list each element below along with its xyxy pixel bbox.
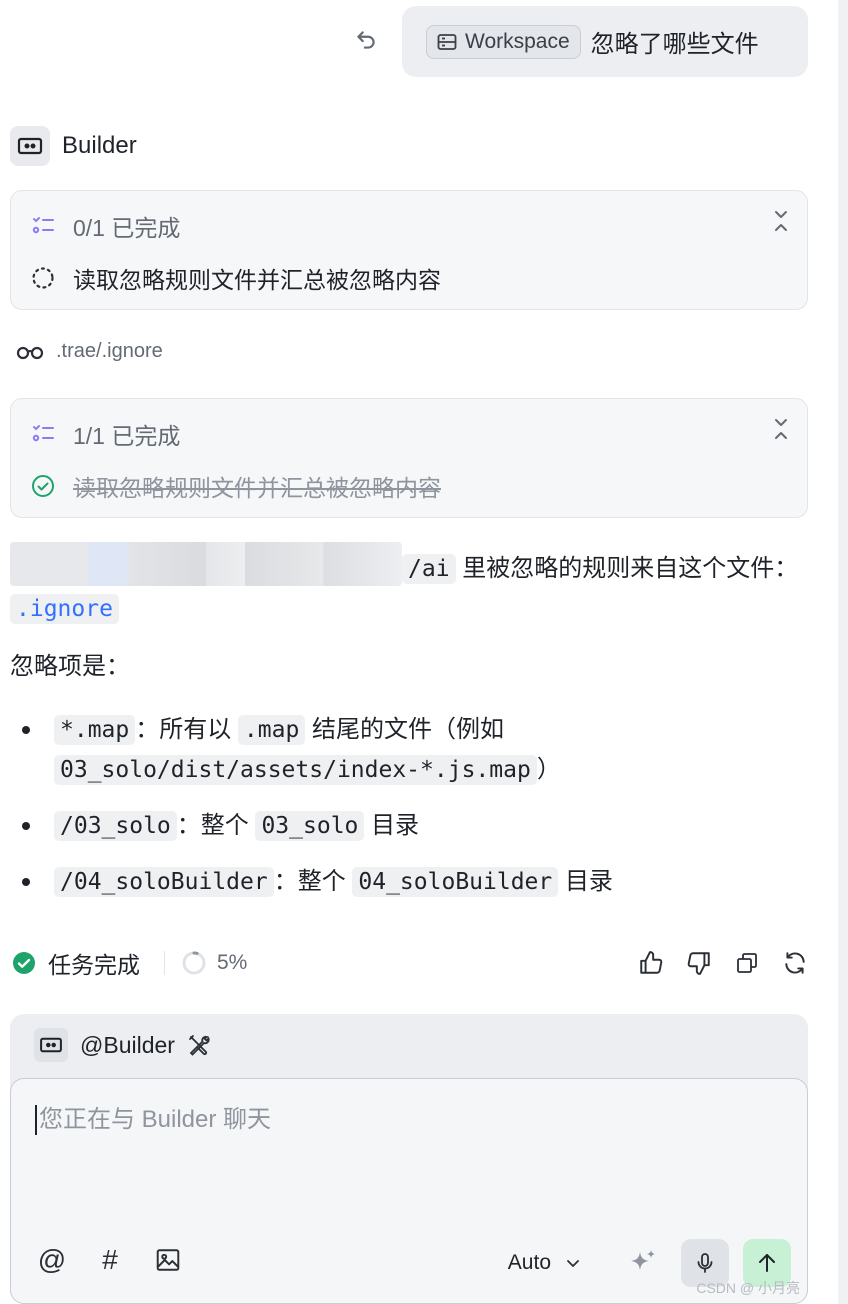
arrow-up-icon (759, 1254, 775, 1272)
image-icon (156, 1249, 180, 1271)
workspace-chip[interactable]: Workspace (426, 24, 581, 59)
task-progress: 1/1 已完成 (73, 423, 181, 449)
bot-avatar (10, 126, 50, 166)
chevron-down-icon (567, 1260, 579, 1267)
inline-code-path: /ai (402, 554, 456, 584)
inline-code: 03_solo/dist/assets/index-*.js.map (54, 755, 537, 785)
list-text: 目录 (371, 812, 420, 839)
inline-code: 03_solo (255, 811, 365, 841)
answer-intro: 忽略项是： (10, 653, 130, 680)
user-message-text: 忽略了哪些文件 (590, 31, 759, 58)
checklist-icon (32, 425, 54, 442)
copy-icon (737, 953, 757, 973)
input-toolbar: @ # (37, 1244, 183, 1275)
checklist-icon (32, 217, 54, 234)
divider (164, 951, 165, 975)
input-placeholder: 您正在与 Builder 聊天 (35, 1105, 271, 1135)
list-item: /03_solo ：整个 03_solo 目录 (18, 806, 808, 846)
task-done-status: 任务完成 (12, 946, 140, 980)
chat-input-panel: @Builder 您正在与 Builder 聊天 @ # Auto CSDN @… (10, 1014, 808, 1304)
refresh-icon (785, 952, 805, 974)
task-card-pending: 0/1 已完成 读取忽略规则文件并汇总被忽略内容 (10, 190, 808, 310)
message-actions (638, 950, 808, 976)
list-text: ：所有以 (135, 716, 232, 743)
list-text: 目录 (564, 868, 613, 895)
inline-code: /03_solo (54, 811, 177, 841)
list-text: ：整个 (176, 812, 249, 839)
inline-code: *.map (54, 715, 136, 745)
mention-button[interactable]: @ (37, 1244, 67, 1275)
bot-icon (17, 137, 43, 155)
inline-code: /04_soloBuilder (54, 867, 274, 897)
chat-input[interactable]: 您正在与 Builder 聊天 @ # Auto (10, 1078, 808, 1304)
progress-ring-icon (182, 951, 206, 975)
tools-icon[interactable] (187, 1033, 211, 1057)
answer-paragraph: /ai 里被忽略的规则来自这个文件： .ignore (10, 542, 800, 629)
agent-mention[interactable]: @Builder (34, 1028, 211, 1062)
regenerate-button[interactable] (782, 950, 808, 976)
at-icon: @ (37, 1244, 67, 1275)
progress-value: 5% (217, 951, 248, 974)
scrollbar[interactable] (838, 0, 848, 1304)
list-text: 结尾的文件（例如 (311, 716, 504, 743)
glasses-icon (16, 346, 44, 359)
loading-spinner-icon (32, 267, 54, 289)
workspace-icon (437, 33, 457, 50)
status-bar: 任务完成 5% (12, 944, 808, 982)
list-item: /04_soloBuilder ：整个 04_soloBuilder 目录 (18, 862, 808, 902)
done-label: 任务完成 (48, 952, 140, 978)
file-read-reference[interactable]: .trae/.ignore (16, 340, 163, 363)
task-item: 读取忽略规则文件并汇总被忽略内容 (73, 475, 441, 501)
sparkle-icon (631, 1250, 655, 1270)
collapse-icon[interactable] (769, 209, 793, 233)
thumbs-up-icon (640, 951, 663, 974)
inline-code: .map (237, 715, 306, 745)
success-check-icon (13, 952, 35, 974)
hash-icon: # (102, 1244, 118, 1275)
thumbs-down-button[interactable] (686, 950, 712, 976)
task-item: 读取忽略规则文件并汇总被忽略内容 (73, 267, 441, 293)
undo-icon (357, 31, 375, 49)
workspace-label: Workspace (465, 29, 570, 53)
bot-icon (40, 1037, 62, 1053)
copy-button[interactable] (734, 950, 760, 976)
check-circle-icon (32, 475, 54, 497)
ignore-list: *.map ：所有以 .map 结尾的文件（例如 03_solo/dist/ass… (18, 710, 808, 918)
list-text: ） (536, 756, 561, 783)
mode-select[interactable]: Auto (508, 1251, 581, 1275)
agent-header: Builder (10, 126, 137, 166)
file-path: .trae/.ignore (56, 340, 163, 362)
image-upload-button[interactable] (153, 1245, 183, 1275)
task-progress: 0/1 已完成 (73, 215, 181, 241)
context-usage: 5% (181, 950, 247, 976)
collapse-icon[interactable] (769, 417, 793, 441)
task-card-complete: 1/1 已完成 读取忽略规则文件并汇总被忽略内容 (10, 398, 808, 518)
context-button[interactable]: # (95, 1244, 125, 1275)
undo-button[interactable] (350, 24, 382, 56)
user-message: Workspace 忽略了哪些文件 (402, 6, 808, 77)
microphone-icon (697, 1253, 713, 1273)
inline-code-ignore-file[interactable]: .ignore (10, 594, 119, 624)
thumbs-down-icon (687, 952, 710, 975)
list-text: ：整个 (273, 868, 346, 895)
answer-text: 里被忽略的规则来自这个文件： (455, 555, 799, 582)
bot-avatar (34, 1028, 68, 1062)
agent-name: Builder (62, 132, 137, 159)
list-item: *.map ：所有以 .map 结尾的文件（例如 03_solo/dist/ass… (18, 710, 808, 790)
inline-code: 04_soloBuilder (352, 867, 559, 897)
mention-label: @Builder (80, 1031, 175, 1058)
redacted-path (10, 542, 402, 586)
enhance-prompt-button[interactable] (619, 1239, 667, 1287)
watermark: CSDN @ 小月亮 (696, 1280, 800, 1296)
thumbs-up-button[interactable] (638, 950, 664, 976)
mode-label: Auto (507, 1251, 551, 1274)
